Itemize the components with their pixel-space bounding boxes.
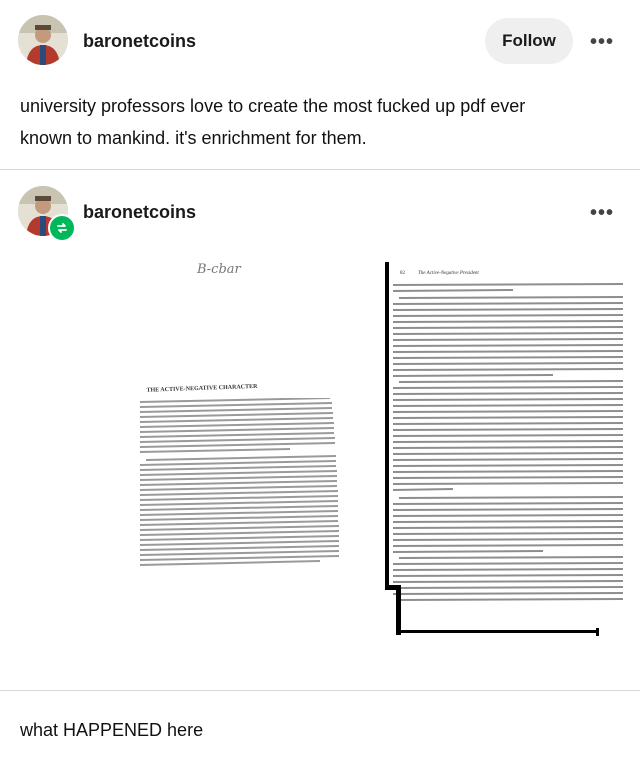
right-page-running-head: The Active-Negative President bbox=[418, 271, 479, 276]
left-page-heading: THE ACTIVE-NEGATIVE CHARACTER bbox=[146, 383, 258, 394]
more-options-icon[interactable]: ••• bbox=[590, 31, 614, 54]
scan-edge-artifact bbox=[396, 630, 596, 633]
reblog-caption: what HAPPENED here bbox=[20, 720, 204, 740]
follow-button[interactable]: Follow bbox=[485, 18, 573, 64]
scan-edge-artifact bbox=[385, 262, 389, 587]
right-page-number: 82 bbox=[400, 271, 405, 276]
left-page-text-lines bbox=[140, 398, 340, 566]
divider bbox=[0, 690, 640, 691]
scan-edge-artifact bbox=[396, 585, 401, 635]
divider bbox=[0, 169, 640, 170]
author-name[interactable]: baronetcoins bbox=[83, 31, 196, 52]
post-header: baronetcoins Follow ••• bbox=[0, 0, 640, 84]
post-text: university professors love to create the… bbox=[20, 96, 526, 148]
scan-edge-artifact bbox=[596, 628, 599, 636]
reblog-icon bbox=[48, 214, 76, 242]
reblog-more-options-icon[interactable]: ••• bbox=[590, 202, 614, 225]
avatar-image bbox=[18, 15, 68, 65]
avatar[interactable] bbox=[18, 15, 68, 65]
reblog-author-name[interactable]: baronetcoins bbox=[83, 202, 196, 223]
right-page-text-lines bbox=[393, 283, 624, 601]
